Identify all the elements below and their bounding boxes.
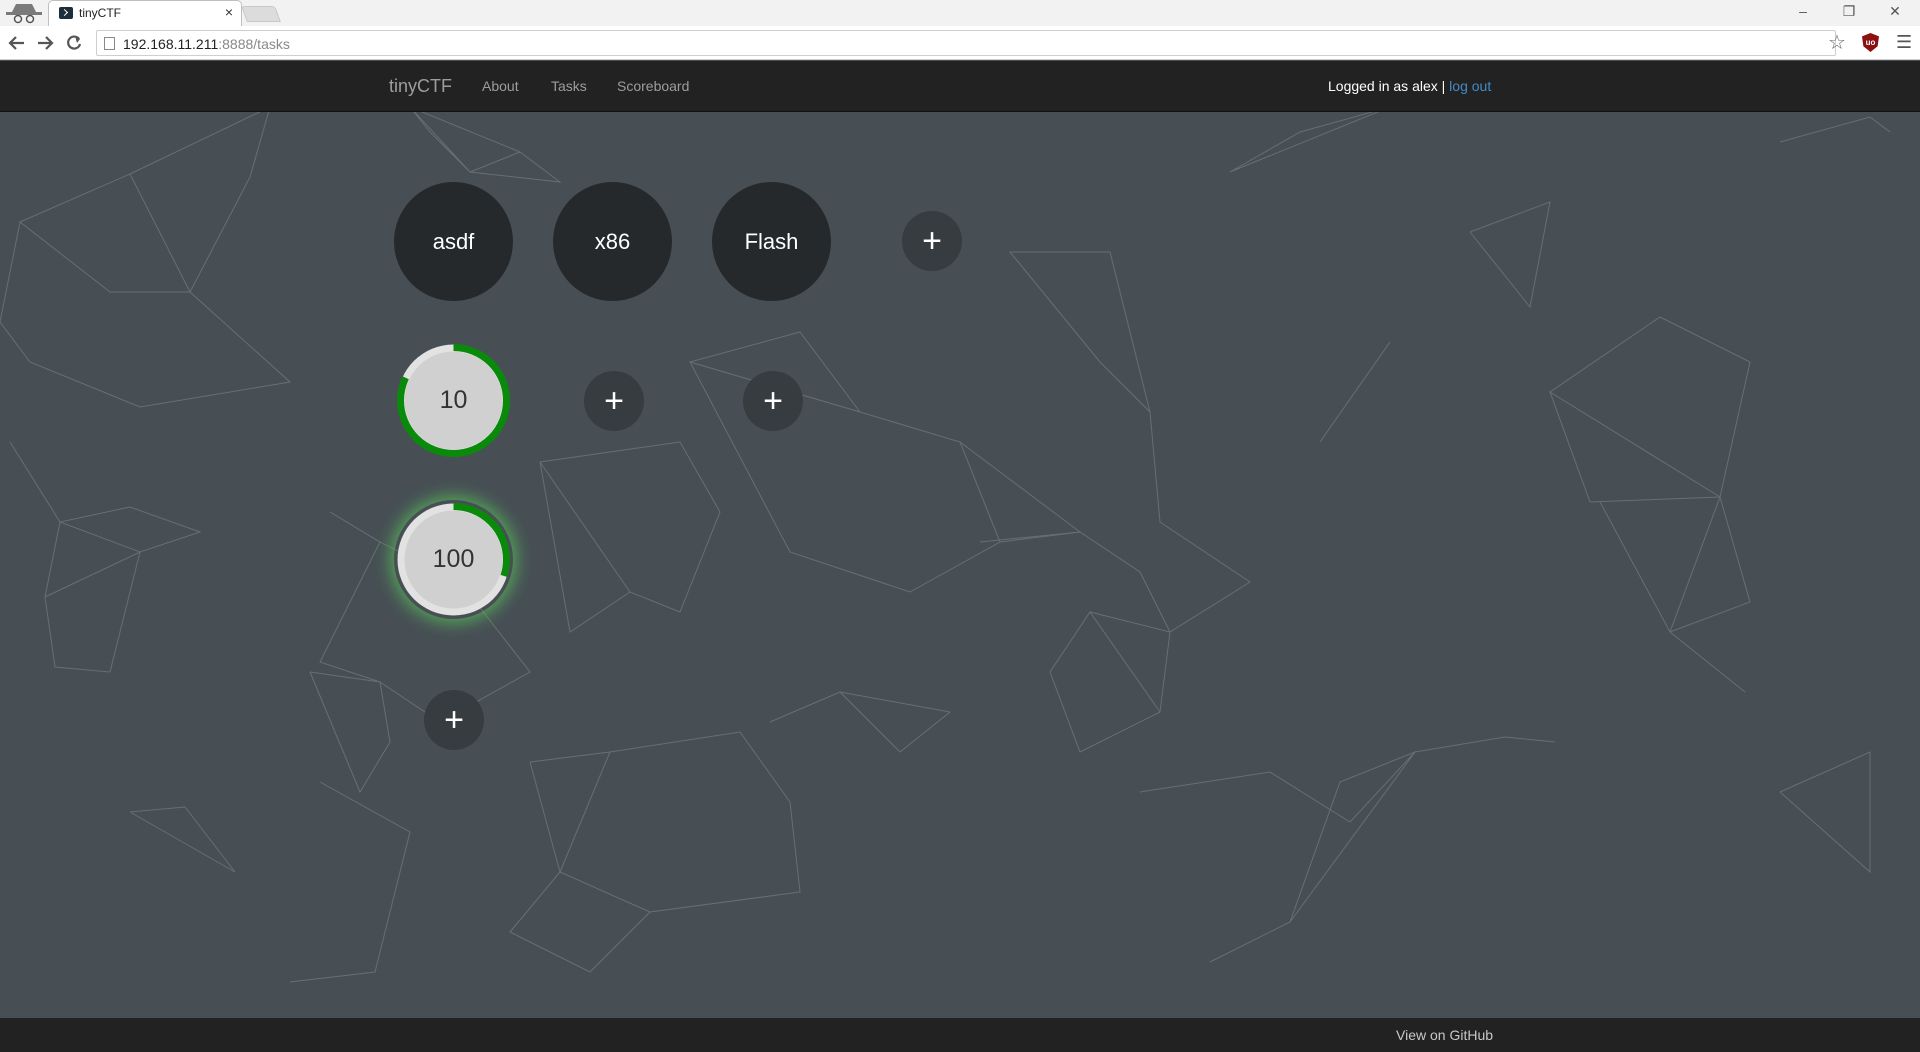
task-points: 100	[432, 545, 475, 573]
reload-icon[interactable]	[65, 34, 83, 52]
tab-tinyctf[interactable]: tinyCTF ×	[48, 0, 242, 26]
category-asdf[interactable]: asdf	[394, 182, 513, 301]
logout-link[interactable]: log out	[1449, 78, 1491, 94]
category-x86[interactable]: x86	[553, 182, 672, 301]
bookmark-star-icon[interactable]: ☆	[1828, 30, 1846, 55]
ublock-extension-icon[interactable]: uo	[1862, 33, 1879, 52]
url-path: :8888/tasks	[218, 36, 290, 52]
forward-icon[interactable]	[36, 35, 54, 51]
footer: View on GitHub	[0, 1018, 1920, 1052]
nav-scoreboard[interactable]: Scoreboard	[617, 78, 689, 94]
browser-menu-icon[interactable]: ☰	[1896, 32, 1912, 53]
nav-tasks[interactable]: Tasks	[551, 78, 587, 94]
github-link[interactable]: View on GitHub	[1396, 1027, 1493, 1043]
nav-about[interactable]: About	[482, 78, 519, 94]
browser-tabstrip: tinyCTF × – ❐ ✕	[0, 0, 1920, 26]
minimize-button[interactable]: –	[1788, 3, 1818, 19]
terminal-icon	[59, 7, 73, 19]
page-icon	[104, 37, 115, 50]
add-task-button-asdf[interactable]: +	[424, 690, 484, 750]
address-bar[interactable]: 192.168.11.211:8888/tasks	[96, 30, 1836, 56]
close-window-button[interactable]: ✕	[1880, 3, 1910, 20]
back-icon[interactable]	[8, 35, 26, 51]
task-10[interactable]: 10	[394, 341, 513, 460]
login-status: Logged in as alex |	[1328, 78, 1450, 94]
brand-link[interactable]: tinyCTF	[389, 76, 452, 97]
add-category-button[interactable]: +	[902, 211, 962, 271]
url-host: 192.168.11.211	[123, 36, 219, 52]
add-task-button-flash[interactable]: +	[743, 371, 803, 431]
login-info: Logged in as alex | log out	[1328, 78, 1491, 94]
incognito-icon	[6, 4, 42, 24]
restore-button[interactable]: ❐	[1834, 3, 1864, 20]
task-100[interactable]: 100	[394, 500, 513, 619]
category-flash[interactable]: Flash	[712, 182, 831, 301]
browser-toolbar: 192.168.11.211:8888/tasks ☆ uo ☰	[0, 26, 1920, 60]
task-points: 10	[439, 386, 468, 414]
site-navbar: tinyCTF About Tasks Scoreboard Logged in…	[0, 61, 1920, 112]
tab-close-icon[interactable]: ×	[225, 4, 233, 20]
new-tab-button[interactable]	[241, 6, 281, 22]
add-task-button-x86[interactable]: +	[584, 371, 644, 431]
tab-title: tinyCTF	[79, 6, 121, 20]
